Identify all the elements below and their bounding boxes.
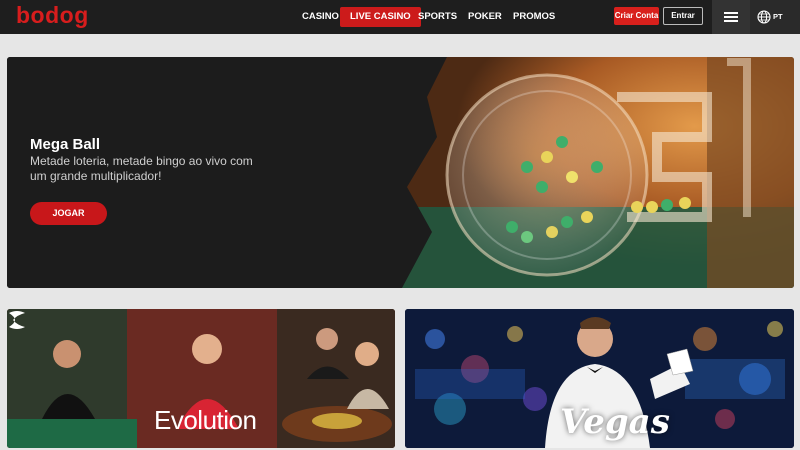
vegas-tile[interactable]: Vegas xyxy=(405,309,794,448)
nav-promos[interactable]: PROMOS xyxy=(513,7,555,27)
evolution-live-tile[interactable]: Evolution xyxy=(7,309,395,448)
mega-ball-hero-banner[interactable]: Mega Ball Metade loteria, metade bingo a… xyxy=(7,57,794,288)
nav-casino[interactable]: CASINO xyxy=(302,7,339,27)
nav-sports[interactable]: SPORTS xyxy=(418,7,457,27)
hamburger-menu-button[interactable] xyxy=(712,0,750,34)
nav-live-casino[interactable]: LIVE CASINO xyxy=(340,7,421,27)
evolution-brand-label: Evolution xyxy=(154,405,257,435)
hero-title: Mega Ball xyxy=(30,136,101,153)
top-navigation-bar: bodog CASINO LIVE CASINO SPORTS POKER PR… xyxy=(0,0,800,34)
hamburger-line xyxy=(724,20,738,22)
language-code: PT xyxy=(773,12,783,21)
login-button[interactable]: Entrar xyxy=(663,7,703,25)
globe-icon xyxy=(757,10,771,24)
play-button[interactable]: JOGAR xyxy=(30,202,107,225)
hamburger-line xyxy=(724,16,738,18)
bodog-logo[interactable]: bodog xyxy=(16,2,89,29)
hero-subtitle: Metade loteria, metade bingo ao vivo com… xyxy=(30,154,253,183)
create-account-button[interactable]: Criar Conta xyxy=(614,7,659,25)
vegas-brand-label: Vegas xyxy=(560,402,670,442)
hamburger-line xyxy=(724,12,738,14)
evolution-logo-icon xyxy=(9,311,25,329)
nav-poker[interactable]: POKER xyxy=(468,7,502,27)
